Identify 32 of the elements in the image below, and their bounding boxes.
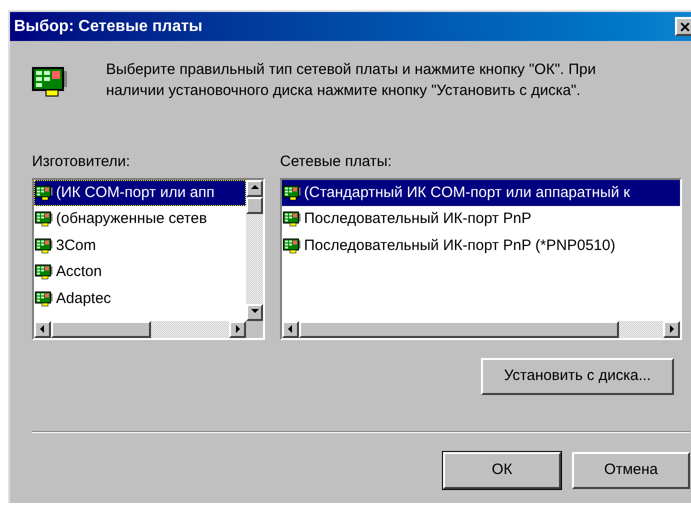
close-button[interactable]: ×: [675, 17, 691, 36]
list-label: Изготовители:: [32, 152, 132, 172]
window-title: Выбор: Сетевые платы: [14, 16, 202, 36]
network-card-icon: [35, 290, 53, 307]
network-card-icon: [32, 67, 68, 97]
scroll-thumb[interactable]: [246, 196, 263, 214]
network-card-icon: [35, 184, 53, 201]
scroll-left-button[interactable]: [34, 320, 51, 338]
horizontal-scrollbar[interactable]: [282, 320, 680, 338]
dialog-button[interactable]: Отмена: [572, 452, 690, 488]
scrollbar-corner: [246, 320, 263, 338]
list-label: Сетевые платы:: [280, 152, 393, 172]
network-card-icon: [35, 264, 53, 280]
scroll-thumb[interactable]: [299, 320, 619, 338]
scroll-right-button[interactable]: [663, 320, 680, 338]
scroll-left-button[interactable]: [282, 320, 299, 338]
instruction-text: Выберите правильный тип сетевой платы и нажмите кнопку "ОК". При наличии установочного диска нажмите кнопку "Установить с диска".: [106, 60, 597, 101]
list-item[interactable]: (Стандартный ИК COM-порт или аппаратный к: [282, 180, 680, 206]
network-card-icon: [283, 238, 301, 254]
install-from-disk-button[interactable]: Установить с диска...: [481, 358, 674, 394]
vertical-scrollbar[interactable]: [246, 180, 263, 320]
scroll-right-button[interactable]: [229, 320, 246, 338]
list-item[interactable]: (ИК COM-порт или апп: [34, 180, 246, 206]
dialog-button[interactable]: ОК: [443, 452, 561, 488]
horizontal-scrollbar[interactable]: [34, 320, 246, 338]
scroll-thumb[interactable]: [51, 320, 151, 338]
network-card-icon: [283, 184, 301, 201]
network-card-icon: [283, 211, 301, 228]
scroll-up-button[interactable]: [246, 180, 263, 196]
network-card-icon: [35, 238, 53, 254]
network-card-icon: [35, 211, 53, 228]
scroll-down-button[interactable]: [246, 304, 263, 320]
